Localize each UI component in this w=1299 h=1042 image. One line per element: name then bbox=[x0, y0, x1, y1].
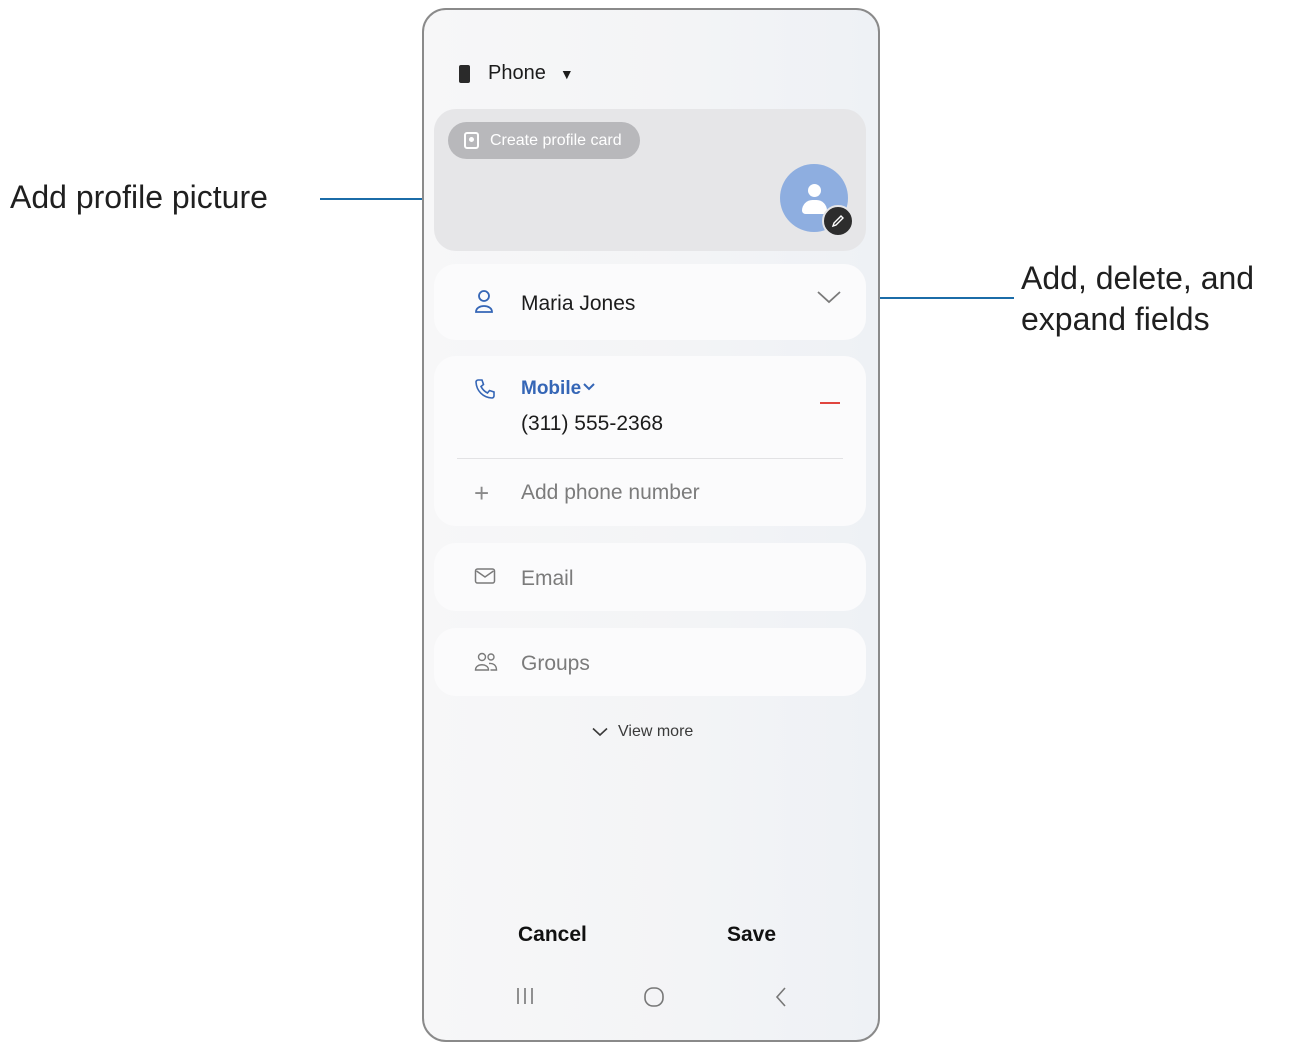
back-icon[interactable] bbox=[773, 986, 789, 1013]
groups-icon bbox=[474, 652, 498, 677]
name-input[interactable]: Maria Jones bbox=[521, 292, 635, 316]
cancel-button[interactable]: Cancel bbox=[518, 923, 587, 947]
groups-field-card[interactable]: Groups bbox=[434, 628, 866, 696]
expand-chevron-icon[interactable] bbox=[817, 290, 841, 309]
create-profile-card-label: Create profile card bbox=[490, 131, 622, 149]
avatar-head bbox=[808, 184, 821, 197]
callout-add-delete-expand: Add, delete, and expand fields bbox=[1021, 258, 1254, 340]
email-field-card[interactable]: Email bbox=[434, 543, 866, 611]
groups-input[interactable]: Groups bbox=[521, 652, 590, 676]
view-more-label: View more bbox=[618, 723, 694, 740]
phone-call-icon bbox=[474, 378, 496, 405]
name-field-card[interactable]: Maria Jones bbox=[434, 264, 866, 340]
profile-card-icon bbox=[464, 132, 479, 149]
divider bbox=[457, 458, 843, 459]
storage-selector[interactable]: Phone ▼ bbox=[459, 62, 574, 85]
add-phone-number-button[interactable]: Add phone number bbox=[521, 481, 700, 505]
callout-line-1: Add, delete, and bbox=[1021, 260, 1255, 296]
save-button[interactable]: Save bbox=[727, 923, 776, 947]
profile-area: Create profile card bbox=[434, 109, 866, 251]
email-icon bbox=[474, 567, 496, 590]
create-profile-card-button[interactable]: Create profile card bbox=[448, 122, 640, 159]
phone-type-label[interactable]: Mobile bbox=[521, 378, 581, 400]
phone-device-icon bbox=[459, 64, 470, 83]
person-icon bbox=[474, 290, 494, 319]
storage-label: Phone bbox=[488, 62, 546, 84]
phone-number-input[interactable]: (311) 555-2368 bbox=[521, 412, 663, 436]
remove-phone-button[interactable] bbox=[820, 402, 840, 404]
home-icon[interactable] bbox=[642, 986, 666, 1013]
email-input[interactable]: Email bbox=[521, 567, 574, 591]
phone-screen: Phone ▼ Create profile card Maria Jones … bbox=[422, 8, 880, 1042]
view-more-chevron-icon bbox=[592, 727, 608, 737]
edit-pencil-icon[interactable] bbox=[822, 205, 854, 237]
phone-field-card: Mobile (311) 555-2368 + Add phone number bbox=[434, 356, 866, 526]
callout-line-2: expand fields bbox=[1021, 301, 1210, 337]
phone-type-chevron-icon[interactable] bbox=[582, 379, 596, 397]
recent-apps-icon[interactable] bbox=[514, 986, 536, 1011]
plus-icon[interactable]: + bbox=[474, 480, 489, 506]
callout-add-profile-picture: Add profile picture bbox=[10, 179, 268, 215]
dropdown-caret-icon: ▼ bbox=[559, 65, 574, 82]
view-more-button[interactable]: View more bbox=[592, 723, 693, 741]
